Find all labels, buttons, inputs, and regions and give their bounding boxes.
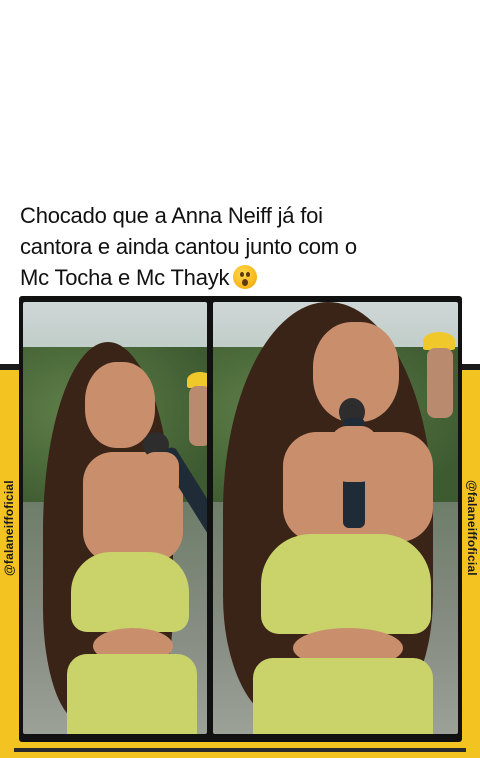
dress-skirt — [253, 658, 433, 734]
page: Chocado que a Anna Neiff já foi cantora … — [0, 0, 480, 758]
singer-hand — [331, 426, 377, 482]
caption-line-3-text: Mc Tocha e Mc Thayk — [20, 265, 230, 290]
frame-bottom-border — [14, 748, 466, 752]
post-caption: Chocado que a Anna Neiff já foi cantora … — [20, 200, 465, 293]
video-player[interactable] — [19, 296, 462, 742]
astonished-face-icon — [233, 265, 258, 289]
dress-skirt — [67, 654, 197, 734]
video-frame-left — [23, 302, 207, 734]
singer-hand — [141, 452, 179, 498]
video-frame-right — [213, 302, 458, 734]
caption-line-2: cantora e ainda cantou junto com o — [20, 234, 357, 259]
dress-top — [261, 534, 431, 634]
background-person — [189, 386, 207, 446]
singer-face — [85, 362, 155, 448]
background-person — [427, 348, 453, 418]
caption-line-1: Chocado que a Anna Neiff já foi — [20, 203, 323, 228]
dress-top — [71, 552, 189, 632]
caption-line-3: Mc Tocha e Mc Thayk — [20, 262, 465, 293]
watermark-right: @falaneiffoficial — [465, 480, 479, 576]
